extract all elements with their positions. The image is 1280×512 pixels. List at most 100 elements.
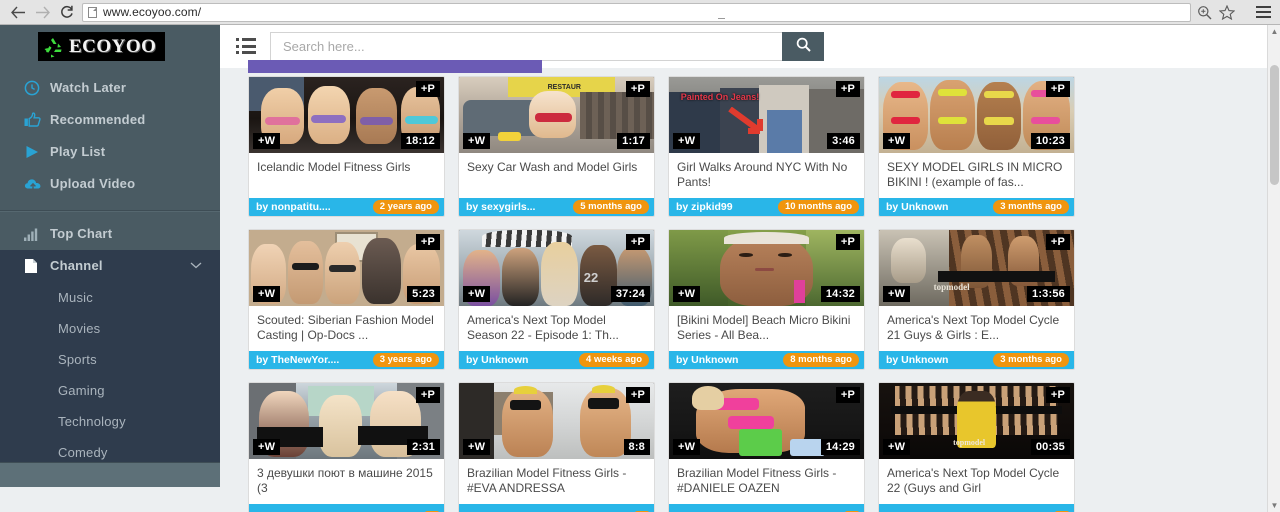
video-thumbnail[interactable]: +P +W 8:8 (459, 383, 654, 459)
video-thumbnail[interactable]: +P +W 2:31 (249, 383, 444, 459)
scrollbar-thumb[interactable] (1270, 65, 1279, 185)
badge-playlist[interactable]: +P (835, 387, 860, 403)
badge-watch-later[interactable]: +W (253, 286, 281, 302)
badge-playlist[interactable]: +P (415, 81, 440, 97)
video-thumbnail[interactable]: +P +W 18:12 (249, 77, 444, 153)
badge-watch-later[interactable]: +W (253, 439, 281, 455)
video-title[interactable]: Sexy Car Wash and Model Girls (459, 153, 654, 198)
sidebar-item-play-list[interactable]: Play List (0, 136, 220, 168)
badge-playlist[interactable]: +P (835, 234, 860, 250)
badge-watch-later[interactable]: +W (883, 133, 911, 149)
video-card[interactable]: 22 +P +W 37:24 America's Next Top Model … (458, 229, 655, 370)
badge-playlist[interactable]: +P (625, 81, 650, 97)
badge-watch-later[interactable]: +W (673, 286, 701, 302)
video-thumbnail[interactable]: +P +W 14:29 (669, 383, 864, 459)
zoom-magnifier-icon[interactable] (1197, 5, 1212, 20)
scroll-up-arrow[interactable]: ▲ (1268, 25, 1280, 38)
video-author[interactable]: by zipkid99 (676, 201, 733, 213)
sidebar-item-movies[interactable]: Movies (0, 313, 220, 344)
sidebar-item-channel[interactable]: Channel (0, 250, 220, 282)
badge-watch-later[interactable]: +W (463, 439, 491, 455)
video-thumbnail[interactable]: topmodel +P +W 00:35 (879, 383, 1074, 459)
video-card[interactable]: topmodel +P +W 00:35 America's Next Top … (878, 382, 1075, 512)
video-card[interactable]: +P +W 18:12 Icelandic Model Fitness Girl… (248, 76, 445, 217)
badge-playlist[interactable]: +P (835, 81, 860, 97)
video-title[interactable]: SEXY MODEL GIRLS IN MICRO BIKINI ! (exam… (879, 153, 1074, 198)
video-meta: by nonpatitu.... 2 years ago (249, 198, 444, 216)
video-card[interactable]: Painted On Jeans! +P +W 3:46 Girl Walks … (668, 76, 865, 217)
video-card[interactable]: +P +W 10:23 SEXY MODEL GIRLS IN MICRO BI… (878, 76, 1075, 217)
badge-watch-later[interactable]: +W (673, 439, 701, 455)
badge-watch-later[interactable]: +W (253, 133, 281, 149)
video-card[interactable]: +P +W 2:31 3 девушки поют в машине 2015 … (248, 382, 445, 512)
badge-playlist[interactable]: +P (415, 387, 440, 403)
video-thumbnail[interactable]: +P +W 14:32 (669, 230, 864, 306)
sidebar-item-sports[interactable]: Sports (0, 344, 220, 375)
badge-playlist[interactable]: +P (1045, 234, 1070, 250)
video-title[interactable]: Scouted: Siberian Fashion Model Casting … (249, 306, 444, 351)
badge-watch-later[interactable]: +W (463, 133, 491, 149)
video-title[interactable]: Girl Walks Around NYC With No Pants! (669, 153, 864, 198)
video-card[interactable]: +P +W 5:23 Scouted: Siberian Fashion Mod… (248, 229, 445, 370)
sidebar-item-upload-video[interactable]: Upload Video (0, 168, 220, 200)
chevron-down-icon[interactable] (190, 260, 202, 272)
video-title[interactable]: 3 девушки поют в машине 2015 (3 (249, 459, 444, 504)
address-bar[interactable]: www.ecoyoo.com/ (82, 2, 1191, 22)
video-author[interactable]: by Unknown (886, 354, 948, 366)
sidebar-item-technology[interactable]: Technology (0, 406, 220, 437)
video-thumbnail[interactable]: RESTAUR +P +W 1:17 (459, 77, 654, 153)
badge-playlist[interactable]: +P (625, 387, 650, 403)
video-thumbnail[interactable]: +P +W 10:23 (879, 77, 1074, 153)
sidebar-item-gaming[interactable]: Gaming (0, 375, 220, 406)
star-icon[interactable] (1219, 4, 1235, 20)
video-card[interactable]: +P +W 14:29 Brazilian Model Fitness Girl… (668, 382, 865, 512)
video-title[interactable]: America's Next Top Model Season 22 - Epi… (459, 306, 654, 351)
badge-watch-later[interactable]: +W (673, 133, 701, 149)
sidebar-item-music[interactable]: Music (0, 282, 220, 313)
list-toggle-icon[interactable] (236, 38, 256, 54)
badge-watch-later[interactable]: +W (883, 439, 911, 455)
hamburger-menu-icon[interactable] (1249, 6, 1271, 18)
search-button[interactable] (782, 31, 824, 61)
forward-arrow-icon[interactable] (30, 1, 54, 23)
reload-icon[interactable] (54, 1, 78, 23)
video-author[interactable]: by Unknown (676, 354, 738, 366)
video-thumbnail[interactable]: +P +W 5:23 (249, 230, 444, 306)
scroll-down-arrow[interactable]: ▼ (1268, 499, 1280, 512)
sidebar-item-top-chart[interactable]: Top Chart (0, 218, 220, 250)
badge-watch-later[interactable]: +W (883, 286, 911, 302)
video-title[interactable]: Icelandic Model Fitness Girls (249, 153, 444, 198)
video-title[interactable]: Brazilian Model Fitness Girls - #EVA AND… (459, 459, 654, 504)
video-title[interactable]: [Bikini Model] Beach Micro Bikini Series… (669, 306, 864, 351)
sidebar-item-label: Top Chart (50, 226, 113, 241)
video-author[interactable]: by sexygirls... (466, 201, 535, 213)
badge-playlist[interactable]: +P (1045, 81, 1070, 97)
search-input[interactable] (270, 31, 782, 61)
video-thumbnail[interactable]: 22 +P +W 37:24 (459, 230, 654, 306)
sidebar-item-recommended[interactable]: Recommended (0, 104, 220, 136)
video-card[interactable]: +P +W 14:32 [Bikini Model] Beach Micro B… (668, 229, 865, 370)
badge-watch-later[interactable]: +W (463, 286, 491, 302)
video-card[interactable]: RESTAUR +P +W 1:17 Sexy Car Wash and Mod… (458, 76, 655, 217)
badge-playlist[interactable]: +P (625, 234, 650, 250)
video-card[interactable]: +P +W 8:8 Brazilian Model Fitness Girls … (458, 382, 655, 512)
video-thumbnail[interactable]: topmodel +P +W 1:3:56 (879, 230, 1074, 306)
page-scrollbar[interactable]: ▲ ▼ (1267, 25, 1280, 512)
video-author[interactable]: by TheNewYor.... (256, 354, 339, 366)
video-title[interactable]: America's Next Top Model Cycle 22 (Guys … (879, 459, 1074, 504)
video-card[interactable]: topmodel +P +W 1:3:56 America's Next Top… (878, 229, 1075, 370)
video-author[interactable]: by Unknown (466, 354, 528, 366)
sidebar-item-watch-later[interactable]: Watch Later (0, 72, 220, 104)
site-logo[interactable]: ECOYOO (38, 32, 166, 61)
badge-playlist[interactable]: +P (1045, 387, 1070, 403)
video-author[interactable]: by Unknown (886, 201, 948, 213)
sidebar-footer (0, 462, 220, 487)
badge-playlist[interactable]: +P (415, 234, 440, 250)
video-thumbnail[interactable]: Painted On Jeans! +P +W 3:46 (669, 77, 864, 153)
breadcrumb-ad-bar[interactable] (248, 60, 542, 73)
video-author[interactable]: by nonpatitu.... (256, 201, 331, 213)
sidebar-item-label: Watch Later (50, 80, 127, 95)
back-arrow-icon[interactable] (6, 1, 30, 23)
video-title[interactable]: Brazilian Model Fitness Girls - #DANIELE… (669, 459, 864, 504)
video-title[interactable]: America's Next Top Model Cycle 21 Guys &… (879, 306, 1074, 351)
